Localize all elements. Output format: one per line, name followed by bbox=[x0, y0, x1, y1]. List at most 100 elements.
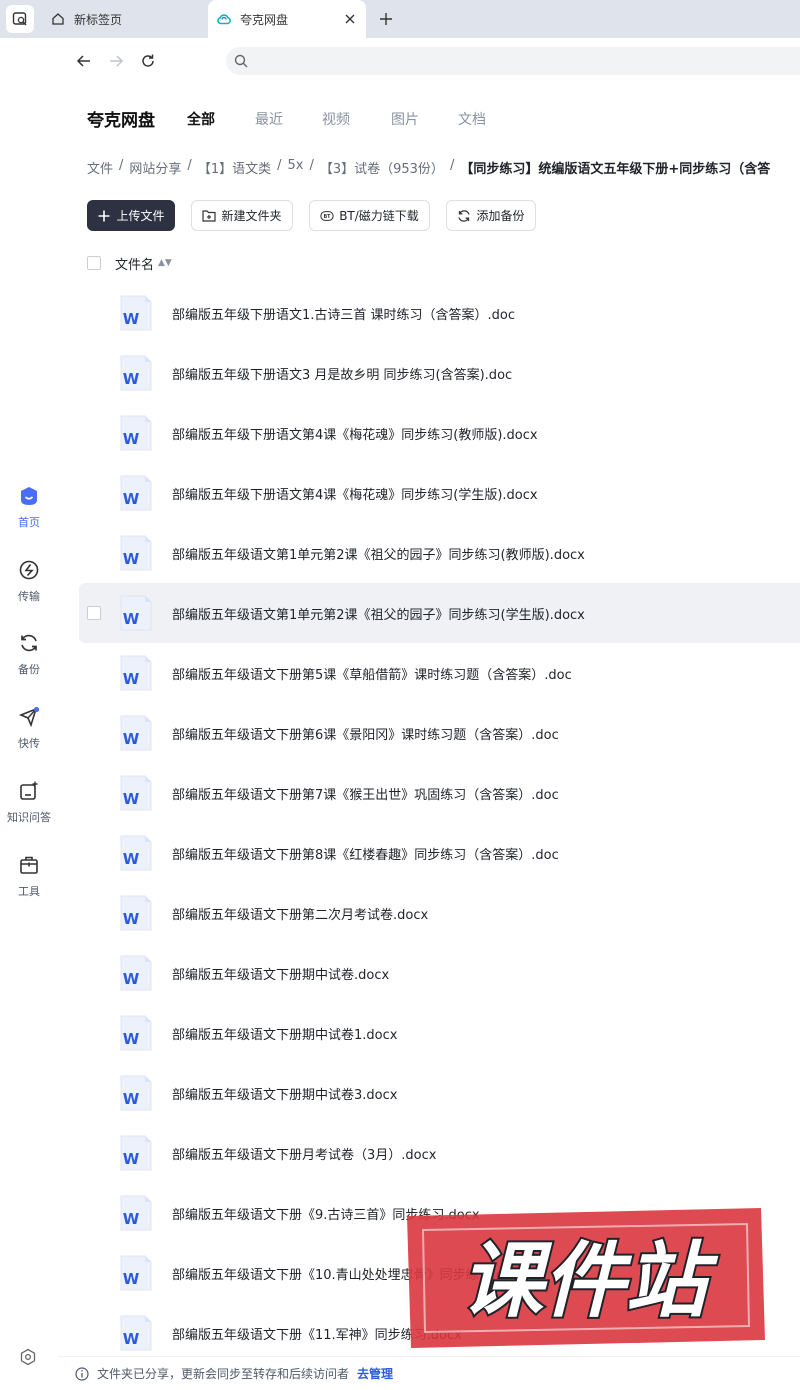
file-row[interactable]: W 部编版五年级下册语文第4课《梅花魂》同步练习(学生版).docx bbox=[79, 463, 800, 523]
word-doc-icon: W bbox=[120, 355, 152, 391]
close-tab-button[interactable] bbox=[342, 11, 358, 27]
new-folder-button[interactable]: 新建文件夹 bbox=[191, 200, 293, 231]
file-row[interactable]: W 部编版五年级语文下册期中试卷3.docx bbox=[79, 1063, 800, 1123]
bt-download-button[interactable]: BT BT/磁力链下载 bbox=[309, 200, 430, 231]
file-row[interactable]: W 部编版五年级语文下册第5课《草船借箭》课时练习题（含答案）.doc bbox=[79, 643, 800, 703]
sidebar-item-label: 知识问答 bbox=[7, 811, 51, 824]
file-name: 部编版五年级语文下册月考试卷（3月）.docx bbox=[172, 1148, 437, 1163]
add-backup-label: 添加备份 bbox=[476, 209, 525, 223]
svg-text:课件站: 课件站 bbox=[461, 1234, 719, 1329]
sidebar-item-label: 传输 bbox=[18, 590, 40, 603]
reload-button[interactable] bbox=[136, 49, 160, 73]
sidebar-item-backup[interactable]: 备份 bbox=[0, 631, 58, 691]
file-row[interactable]: W 部编版五年级下册语文3 月是故乡明 同步练习(含答案).doc bbox=[79, 343, 800, 403]
forward-button[interactable] bbox=[104, 49, 128, 73]
file-name: 部编版五年级语文下册第8课《红楼春趣》同步练习（含答案）.doc bbox=[172, 848, 559, 863]
svg-text:W: W bbox=[123, 790, 140, 808]
word-doc-icon: W bbox=[120, 1135, 152, 1171]
breadcrumb-item[interactable]: 【1】语文类 bbox=[198, 158, 271, 177]
breadcrumb-item[interactable]: 文件 bbox=[87, 158, 113, 177]
tab-all[interactable]: 全部 bbox=[187, 109, 215, 129]
new-folder-label: 新建文件夹 bbox=[221, 209, 282, 223]
bt-icon: BT bbox=[320, 209, 334, 223]
file-row[interactable]: W 部编版五年级下册语文第4课《梅花魂》同步练习(教师版).docx bbox=[79, 403, 800, 463]
breadcrumb: 文件 / 网站分享 / 【1】语文类/ 5x / 【3】试卷（953份） / 【同步练习… bbox=[87, 158, 771, 177]
close-icon bbox=[345, 14, 355, 24]
word-doc-icon: W bbox=[120, 895, 152, 931]
tab-new-tab[interactable]: 新标签页 bbox=[40, 0, 202, 38]
tab-document[interactable]: 文档 bbox=[458, 109, 486, 129]
file-row[interactable]: W 部编版五年级语文下册月考试卷（3月）.docx bbox=[79, 1123, 800, 1183]
file-row[interactable]: W 部编版五年级语文下册期中试卷.docx bbox=[79, 943, 800, 1003]
file-row[interactable]: W 部编版五年级语文下册第7课《猴王出世》巩固练习（含答案）.doc bbox=[79, 763, 800, 823]
new-tab-button[interactable] bbox=[376, 9, 396, 29]
tab-image[interactable]: 图片 bbox=[391, 109, 419, 129]
svg-text:W: W bbox=[123, 730, 140, 748]
backup-sync-icon bbox=[457, 209, 471, 223]
breadcrumb-item[interactable]: 5x bbox=[287, 158, 303, 176]
file-list-header: 文件名 ▲▼ bbox=[87, 254, 172, 273]
transfer-icon bbox=[17, 558, 41, 582]
svg-text:W: W bbox=[123, 1210, 140, 1228]
word-doc-icon: W bbox=[120, 775, 152, 811]
word-doc-icon: W bbox=[120, 475, 152, 511]
sidebar-item-knowledge-qa[interactable]: 知识问答 bbox=[0, 779, 58, 839]
file-row[interactable]: W 部编版五年级下册语文1.古诗三首 课时练习（含答案）.doc bbox=[79, 283, 800, 343]
svg-text:W: W bbox=[123, 670, 140, 688]
upload-file-button[interactable]: 上传文件 bbox=[87, 200, 175, 231]
file-name: 部编版五年级语文下册第5课《草船借箭》课时练习题（含答案）.doc bbox=[172, 668, 572, 683]
manage-link[interactable]: 去管理 bbox=[357, 1365, 393, 1382]
reload-icon bbox=[142, 54, 154, 67]
back-button[interactable] bbox=[72, 49, 96, 73]
word-doc-icon: W bbox=[120, 655, 152, 691]
file-name: 部编版五年级语文第1单元第2课《祖父的园子》同步练习(教师版).docx bbox=[172, 548, 585, 563]
svg-text:W: W bbox=[123, 370, 140, 388]
word-doc-icon: W bbox=[120, 1315, 152, 1351]
file-row[interactable]: W 部编版五年级语文下册第二次月考试卷.docx bbox=[79, 883, 800, 943]
bt-download-label: BT/磁力链下载 bbox=[339, 209, 419, 223]
file-name: 部编版五年级下册语文1.古诗三首 课时练习（含答案）.doc bbox=[172, 308, 516, 323]
file-row[interactable]: W 部编版五年级语文下册第6课《景阳冈》课时练习题（含答案）.doc bbox=[79, 703, 800, 763]
row-checkbox[interactable] bbox=[87, 606, 101, 620]
sidebar-item-transfer[interactable]: 传输 bbox=[0, 558, 58, 618]
sidebar-item-label: 工具 bbox=[18, 885, 40, 898]
tab-video[interactable]: 视频 bbox=[322, 109, 350, 129]
sort-icon[interactable]: ▲▼ bbox=[158, 258, 172, 268]
select-all-checkbox[interactable] bbox=[87, 256, 101, 270]
svg-text:BT: BT bbox=[324, 214, 332, 220]
word-doc-icon: W bbox=[120, 835, 152, 871]
breadcrumb-item[interactable]: 【3】试卷（953份） bbox=[320, 158, 444, 177]
tab-search-button[interactable] bbox=[6, 5, 34, 33]
tab-title: 夸克网盘 bbox=[240, 12, 289, 27]
address-bar[interactable] bbox=[226, 47, 800, 75]
file-name: 部编版五年级下册语文第4课《梅花魂》同步练习(学生版).docx bbox=[172, 488, 538, 503]
sidebar-item-quick-send[interactable]: 快传 bbox=[0, 705, 58, 765]
plus-icon bbox=[97, 209, 111, 223]
tab-recent[interactable]: 最近 bbox=[255, 109, 283, 129]
svg-text:W: W bbox=[123, 430, 140, 448]
search-icon bbox=[234, 54, 248, 68]
word-doc-icon: W bbox=[120, 1195, 152, 1231]
add-backup-button[interactable]: 添加备份 bbox=[446, 200, 536, 231]
file-row[interactable]: W 部编版五年级语文第1单元第2课《祖父的园子》同步练习(学生版).docx bbox=[79, 583, 800, 643]
backup-sync-icon bbox=[17, 631, 41, 655]
file-row[interactable]: W 部编版五年级语文下册期中试卷1.docx bbox=[79, 1003, 800, 1063]
breadcrumb-item[interactable]: 网站分享 bbox=[129, 158, 181, 177]
sidebar-item-tools[interactable]: 工具 bbox=[0, 853, 58, 913]
browser-tab-strip: 新标签页 夸克网盘 bbox=[0, 0, 800, 38]
sidebar-item-home[interactable]: 首页 bbox=[0, 484, 58, 544]
settings-button[interactable] bbox=[19, 1348, 39, 1368]
breadcrumb-current: 【同步练习】统编版语文五年级下册+同步练习（含答 bbox=[460, 162, 771, 177]
sidebar-item-label: 备份 bbox=[18, 663, 40, 676]
svg-text:W: W bbox=[123, 610, 140, 628]
address-input[interactable] bbox=[254, 49, 774, 73]
word-doc-icon: W bbox=[120, 715, 152, 751]
column-filename[interactable]: 文件名 bbox=[115, 254, 154, 273]
file-name: 部编版五年级语文第1单元第2课《祖父的园子》同步练习(学生版).docx bbox=[172, 608, 585, 623]
cloud-icon bbox=[216, 11, 232, 27]
file-row[interactable]: W 部编版五年级语文下册第8课《红楼春趣》同步练习（含答案）.doc bbox=[79, 823, 800, 883]
folder-plus-icon bbox=[202, 209, 217, 223]
tab-quark-drive[interactable]: 夸克网盘 bbox=[208, 0, 366, 38]
file-name: 部编版五年级语文下册期中试卷.docx bbox=[172, 968, 390, 983]
file-row[interactable]: W 部编版五年级语文第1单元第2课《祖父的园子》同步练习(教师版).docx bbox=[79, 523, 800, 583]
